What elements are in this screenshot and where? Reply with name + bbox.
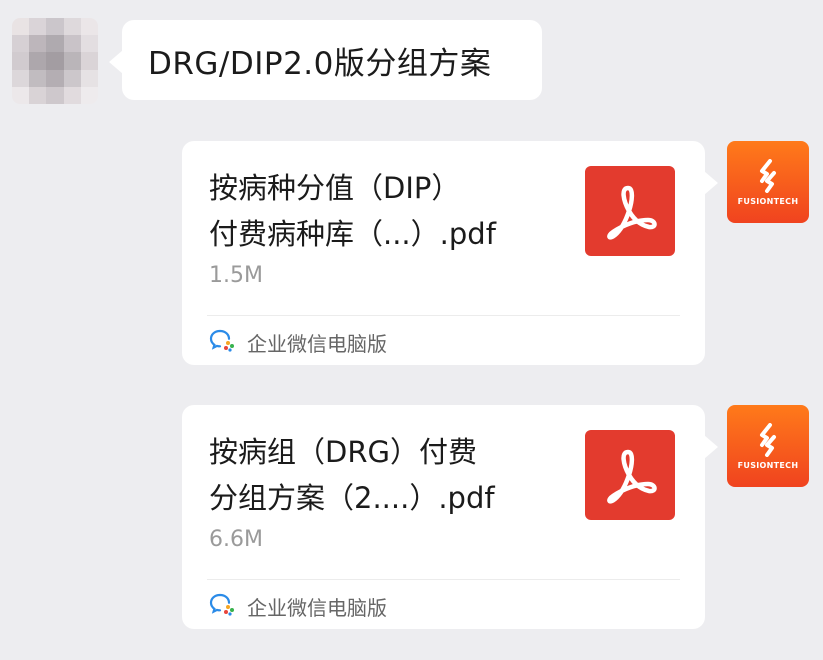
card-divider (207, 579, 680, 580)
card-divider (207, 315, 680, 316)
file-name: 按病组（DRG）付费 分组方案（2....）.pdf (209, 435, 495, 515)
file-name: 按病种分值（DIP） 付费病种库（...）.pdf (209, 171, 496, 251)
incoming-message-bubble[interactable]: DRG/DIP2.0版分组方案 (109, 20, 542, 100)
wecom-icon (209, 592, 235, 620)
file-message-card[interactable]: 按病种分值（DIP） 付费病种库（...）.pdf 1.5M 企业微信电脑版 (182, 141, 718, 365)
source-label: 企业微信电脑版 (247, 595, 387, 620)
source-app: 企业微信电脑版 (209, 327, 387, 357)
source-label: 企业微信电脑版 (247, 331, 387, 356)
pdf-icon (585, 166, 675, 256)
fusiontech-logo-icon (760, 158, 776, 193)
logo-brand-text: FUSIONTECH (737, 196, 799, 206)
message-text: DRG/DIP2.0版分组方案 (148, 45, 492, 82)
fusiontech-logo-icon (760, 422, 776, 457)
sender-avatar-fusiontech[interactable]: FUSIONTECH (727, 141, 809, 223)
pdf-icon (585, 430, 675, 520)
source-app: 企业微信电脑版 (209, 591, 387, 621)
wecom-icon (209, 328, 235, 356)
sender-avatar[interactable] (12, 18, 98, 104)
file-size: 1.5M (209, 263, 263, 288)
logo-brand-text: FUSIONTECH (737, 460, 799, 470)
file-message-card[interactable]: 按病组（DRG）付费 分组方案（2....）.pdf 6.6M 企业微信电脑版 (182, 405, 718, 629)
sender-avatar-fusiontech[interactable]: FUSIONTECH (727, 405, 809, 487)
file-size: 6.6M (209, 527, 263, 552)
